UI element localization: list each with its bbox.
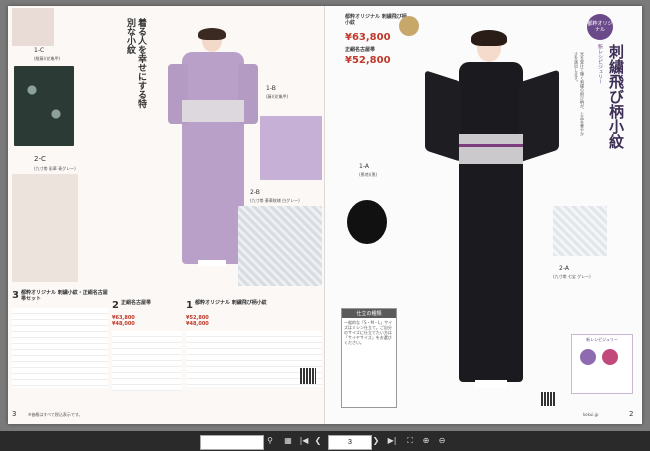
right-headline: 刺繍飛び柄小紋 bbox=[607, 44, 625, 149]
category-label: 新レシピジュリー bbox=[597, 44, 603, 84]
product-1-title: 都粋オリジナル 刺繍飛び柄小紋 bbox=[194, 300, 267, 306]
item-1a-desc: (黒地)(黒) bbox=[359, 172, 378, 177]
product-2-title: 正絹名古屋帯 bbox=[120, 300, 151, 306]
price-card-price1: ¥63,800 bbox=[345, 32, 391, 43]
left-footer: ※価格はすべて税込表示です。 bbox=[28, 412, 83, 417]
item-2b-desc: (九寸帯 菱華紋様 白グレー) bbox=[250, 198, 300, 203]
fullscreen-icon[interactable]: ⛶ bbox=[404, 435, 416, 447]
item-2a-swatch bbox=[553, 206, 607, 256]
page-spread: 1-C (紺藤)(花亀甲) 2-C (九寸帯 彩華 青グレー) 着る人を幸せにす… bbox=[8, 6, 642, 424]
zoom-out-icon[interactable]: ⊖ bbox=[436, 435, 448, 447]
page-number-input[interactable] bbox=[328, 435, 372, 450]
size-info-box: 仕立の種類 一般的な「S・M・L」サイズはミシン仕立て。ご自分のサイズに仕立てた… bbox=[341, 308, 397, 408]
last-page-icon[interactable]: ▶| bbox=[386, 435, 398, 447]
first-page-icon[interactable]: |◀ bbox=[298, 435, 310, 447]
price-card-title: 都粋オリジナル 刺繍飛び柄小紋 bbox=[345, 14, 407, 26]
swatch-2c-code: 2-C bbox=[34, 155, 46, 163]
prev-page-icon[interactable]: ❮ bbox=[312, 435, 324, 447]
price-card: 都粋オリジナル 刺繍飛び柄小紋 ¥63,800 正絹名古屋帯 ¥52,800 bbox=[345, 14, 407, 94]
size-box-title: 仕立の種類 bbox=[342, 309, 396, 318]
product-1-num: 1 bbox=[186, 300, 193, 311]
crest-swatch bbox=[347, 200, 387, 244]
product-3-block: 3 都粋オリジナル 刺繍小紋・正絹名古屋帯セット bbox=[12, 290, 108, 408]
item-1a-code: 1-A bbox=[359, 163, 369, 170]
flipbook-viewer: 1-C (紺藤)(花亀甲) 2-C (九寸帯 彩華 青グレー) 着る人を幸せにす… bbox=[0, 0, 650, 431]
right-page[interactable]: 都粋オリジナル 刺繍飛び柄小紋 ¥63,800 正絹名古屋帯 ¥52,800 1… bbox=[325, 6, 642, 424]
item-2b-swatch bbox=[238, 206, 322, 286]
item-2a-code: 2-A bbox=[559, 265, 569, 272]
product-1-block: 1 都粋オリジナル 刺繍飛び柄小紋 ¥52,800 ¥48,000 bbox=[186, 300, 322, 408]
swatch-1c-image bbox=[12, 8, 54, 46]
item-1b-desc: (藤)(花亀甲) bbox=[266, 94, 289, 99]
swatch-lower-image bbox=[12, 174, 78, 282]
product-3-num: 3 bbox=[12, 290, 19, 301]
qr-code-right[interactable] bbox=[541, 392, 555, 406]
recipe-circle-2 bbox=[602, 349, 618, 365]
price-card-price1-label: 正絹名古屋帯 bbox=[345, 47, 376, 53]
swatch-1c-desc: (紺藤)(花亀甲) bbox=[34, 56, 61, 61]
item-1b-swatch bbox=[260, 116, 322, 180]
item-1b-code: 1-B bbox=[266, 85, 276, 92]
next-page-icon[interactable]: ❯ bbox=[370, 435, 382, 447]
search-icon[interactable]: ⚲ bbox=[264, 435, 276, 447]
badge-text: 都粋オリジナル bbox=[587, 21, 613, 33]
recipe-box: 新レシピジュリー bbox=[571, 334, 633, 394]
badge-circle-small bbox=[399, 16, 419, 36]
price-card-price2: ¥52,800 bbox=[345, 55, 391, 66]
zoom-in-icon[interactable]: ⊕ bbox=[420, 435, 432, 447]
recipe-circle-1 bbox=[580, 349, 596, 365]
right-url: kokui.jp bbox=[583, 412, 599, 417]
swatch-2c-image bbox=[14, 66, 74, 146]
viewer-toolbar: ⚲ ▦ |◀ ❮ ❯ ▶| ⛶ ⊕ ⊖ bbox=[0, 431, 650, 451]
left-page-number: 3 bbox=[12, 410, 17, 418]
product-2-price-b: ¥48,000 bbox=[112, 321, 135, 327]
item-2b-code: 2-B bbox=[250, 189, 260, 196]
product-2-num: 2 bbox=[112, 300, 119, 311]
swatch-2c-desc: (九寸帯 彩華 青グレー) bbox=[34, 166, 76, 171]
thumbnails-icon[interactable]: ▦ bbox=[282, 435, 294, 447]
left-page[interactable]: 1-C (紺藤)(花亀甲) 2-C (九寸帯 彩華 青グレー) 着る人を幸せにす… bbox=[8, 6, 325, 424]
qr-code-left[interactable] bbox=[300, 368, 316, 384]
badge-circle: 都粋オリジナル bbox=[587, 14, 613, 40]
left-headline: 着る人を幸せにする特別な小紋 bbox=[125, 18, 146, 108]
recipe-label: 新レシピジュリー bbox=[586, 337, 618, 342]
product-2-block: 2 正絹名古屋帯 ¥63,800 ¥48,000 bbox=[112, 300, 182, 408]
search-input[interactable] bbox=[200, 435, 264, 450]
item-2a-desc: (九寸帯 七宝 グレー) bbox=[553, 274, 591, 279]
black-kimono-model bbox=[425, 30, 559, 394]
right-description: 光を受けて輝く刺繍の飛び柄が、上品な華やかさを演出します。 bbox=[574, 52, 585, 136]
size-box-text: 一般的な「S・M・L」サイズはミシン仕立て。ご自分のサイズに仕立てたい方は「サイ… bbox=[344, 320, 393, 345]
swatch-1c-code: 1-C bbox=[34, 47, 45, 54]
product-1-price-b: ¥48,000 bbox=[186, 321, 209, 327]
right-page-number: 2 bbox=[629, 410, 634, 418]
product-3-title: 都粋オリジナル 刺繍小紋・正絹名古屋帯セット bbox=[20, 290, 108, 302]
